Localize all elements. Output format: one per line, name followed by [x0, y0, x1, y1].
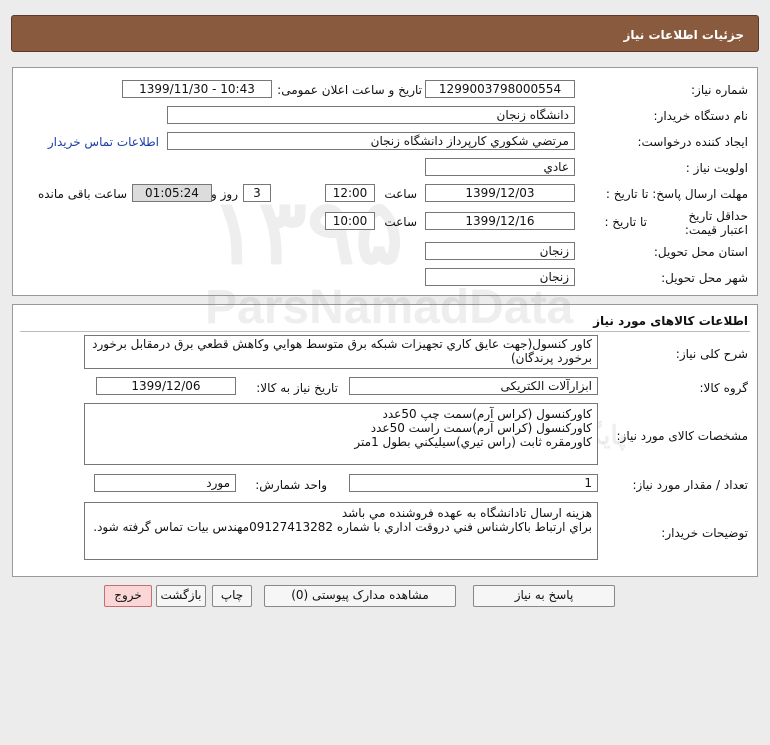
need-date-field: 1399/12/06: [96, 377, 236, 395]
deadline-time-field: 12:00: [325, 184, 375, 202]
quantity-field: 1: [349, 474, 598, 492]
time-remaining-field: 01:05:24: [132, 184, 212, 202]
creator-field: مرتضي شكوري كارپرداز دانشگاه زنجان: [167, 132, 575, 150]
back-button[interactable]: بازگشت: [156, 585, 206, 607]
notes-line: هزينه ارسال تادانشگاه به عهده فروشنده مي…: [341, 506, 592, 520]
exit-button[interactable]: خروج: [104, 585, 152, 607]
specs-line: كاوركنسول (كراس آرم)سمت چپ 50عدد: [382, 407, 592, 421]
announce-datetime-label: تاریخ و ساعت اعلان عمومی:: [277, 83, 422, 97]
city-label: شهر محل تحویل:: [661, 271, 748, 285]
priority-field: عادي: [425, 158, 575, 176]
validity-to-label: تا تاریخ :: [604, 215, 647, 229]
view-attachments-button[interactable]: مشاهده مدارک پیوستی (0): [264, 585, 456, 607]
deadline-time-label: ساعت: [384, 187, 417, 201]
city-field: زنجان: [425, 268, 575, 286]
validity-time-field: 10:00: [325, 212, 375, 230]
need-number-label: شماره نیاز:: [691, 83, 748, 97]
time-remaining-label: ساعت باقی مانده: [37, 187, 127, 201]
buyer-notes-label: توضیحات خریدار:: [661, 526, 748, 540]
buyer-contact-link[interactable]: اطلاعات تماس خریدار: [48, 135, 159, 149]
quantity-label: تعداد / مقدار مورد نیاز:: [632, 478, 748, 492]
deadline-date-field: 1399/12/03: [425, 184, 575, 202]
validity-label: حداقل تاریخ اعتبار قیمت:: [684, 209, 748, 237]
province-label: استان محل تحویل:: [653, 245, 748, 259]
validity-time-label: ساعت: [384, 215, 417, 229]
summary-field: كاور كنسول(جهت عايق كاري تجهيزات شبكه بر…: [84, 335, 598, 369]
need-date-label: تاریخ نیاز به کالا:: [256, 381, 338, 395]
province-field: زنجان: [425, 242, 575, 260]
page-title-bar: جزئیات اطلاعات نیاز: [11, 15, 759, 52]
unit-label: واحد شمارش:: [255, 478, 327, 492]
print-button[interactable]: چاپ: [212, 585, 252, 607]
buyer-field: دانشگاه زنجان: [167, 106, 575, 124]
validity-date-field: 1399/12/16: [425, 212, 575, 230]
section-divider: [20, 331, 750, 332]
reply-button[interactable]: پاسخ به نیاز: [473, 585, 615, 607]
specs-line: كاورمقره ثابت (راس تيري)سيليكني بطول 1مت…: [354, 435, 592, 449]
need-number-field: 1299003798000554: [425, 80, 575, 98]
days-remaining-field: 3: [243, 184, 271, 202]
deadline-label: مهلت ارسال پاسخ: تا تاریخ :: [605, 187, 748, 201]
priority-label: اولویت نیاز :: [685, 161, 748, 175]
notes-line: براي ارتباط باكارشناس فني دروقت اداري با…: [93, 520, 592, 534]
goods-group-label: گروه کالا:: [699, 381, 749, 395]
goods-group-field: ابزارآلات الکتریکی: [349, 377, 598, 395]
creator-label: ایجاد کننده درخواست:: [637, 135, 748, 149]
specs-line: كاوركنسول (كراس آرم)سمت راست 50عدد: [370, 421, 592, 435]
summary-label: شرح کلی نیاز:: [675, 347, 748, 361]
goods-section-title: اطلاعات کالاهای مورد نیاز: [593, 314, 748, 328]
need-info-panel: [12, 67, 758, 296]
specs-field: كاوركنسول (كراس آرم)سمت چپ 50عدد كاوركنس…: [84, 403, 598, 465]
page-title: جزئیات اطلاعات نیاز: [623, 28, 744, 42]
specs-label: مشخصات کالای مورد نیاز:: [616, 429, 748, 443]
buyer-label: نام دستگاه خریدار:: [653, 109, 749, 123]
announce-datetime-field: 1399/11/30 - 10:43: [122, 80, 272, 98]
buyer-notes-field: هزينه ارسال تادانشگاه به عهده فروشنده مي…: [84, 502, 598, 560]
unit-field: مورد: [94, 474, 236, 492]
days-label: روز و: [211, 187, 238, 201]
